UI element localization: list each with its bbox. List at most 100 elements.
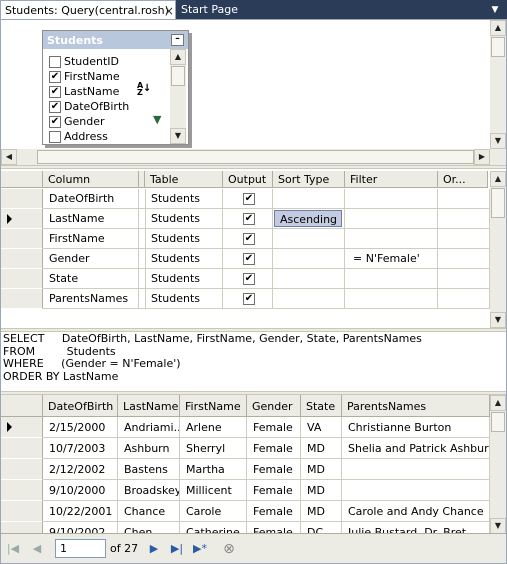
row-selector[interactable] [1,269,43,289]
grid-cell-filter[interactable] [345,269,438,289]
grid-cell-filter[interactable] [345,209,438,229]
result-cell-dateofbirth[interactable]: 10/22/2001 [43,501,118,522]
grid-header-table[interactable]: Table [145,171,223,188]
grid-cell-or[interactable] [438,289,490,309]
result-cell-parentsnames[interactable] [342,459,490,480]
grid-cell-sort-type[interactable] [273,189,345,209]
result-cell-lastname[interactable]: Bastens [118,459,180,480]
pane-splitter[interactable] [1,165,506,169]
output-checkbox[interactable]: ✔ [243,293,255,305]
scroll-down-icon[interactable]: ▼ [490,518,506,534]
grid-cell-table[interactable]: Students [145,209,223,229]
results-header-parentsnames[interactable]: ParentsNames [342,395,490,417]
grid-cell-sort-type[interactable]: Ascending [273,209,345,229]
grid-cell-sort-type[interactable] [273,289,345,309]
first-record-icon[interactable]: |◀ [5,541,21,557]
row-selector[interactable] [1,189,43,209]
grid-header-filter[interactable]: Filter [345,171,438,188]
grid-cell-sort-type[interactable] [273,249,345,269]
grid-cell-filter[interactable] [345,289,438,309]
tab-query-designer[interactable]: Students: Query(central.rosh) × [0,0,176,19]
column-checkbox[interactable] [49,131,61,143]
column-checkbox[interactable]: ✔ [49,71,61,83]
results-header-firstname[interactable]: FirstName [180,395,247,417]
grid-cell-output[interactable]: ✔ [223,269,273,289]
scroll-thumb[interactable] [491,412,505,432]
scroll-up-icon[interactable]: ▲ [490,20,506,36]
students-table-widget[interactable]: Students – StudentID ✔ FirstName ✔ LastName ✔… [42,30,189,145]
result-cell-parentsnames[interactable]: Shelia and Patrick Ashburn [342,438,490,459]
result-cell-gender[interactable]: Female [247,417,301,438]
grid-cell-table[interactable]: Students [145,269,223,289]
result-cell-state[interactable]: MD [301,501,342,522]
result-row-selector[interactable] [1,459,43,480]
scroll-thumb[interactable] [491,188,505,218]
grid-cell-or[interactable] [438,229,490,249]
result-cell-firstname[interactable]: Arlene [180,417,247,438]
result-cell-lastname[interactable]: Andriami... [118,417,180,438]
grid-cell-output[interactable]: ✔ [223,189,273,209]
table-widget-title[interactable]: Students – [43,31,188,49]
new-record-icon[interactable]: ▶* [192,541,208,557]
scroll-down-icon[interactable]: ▼ [490,312,506,328]
result-cell-lastname[interactable]: Chance [118,501,180,522]
result-cell-state[interactable]: MD [301,438,342,459]
grid-cell-filter[interactable]: = N'Female' [345,249,438,269]
grid-header-sort-type[interactable]: Sort Type [273,171,345,188]
scroll-left-icon[interactable]: ◀ [1,149,17,165]
previous-record-icon[interactable]: ◀ [29,541,45,557]
result-cell-firstname[interactable]: Sherryl [180,438,247,459]
results-header-gender[interactable]: Gender [247,395,301,417]
scroll-up-icon[interactable]: ▲ [490,395,506,411]
result-row-selector[interactable] [1,480,43,501]
grid-cell-table[interactable]: Students [145,249,223,269]
result-cell-gender[interactable]: Female [247,480,301,501]
result-cell-parentsnames[interactable]: Carole and Andy Chance [342,501,490,522]
result-cell-firstname[interactable]: Millicent [180,480,247,501]
column-checkbox[interactable]: ✔ [49,116,61,128]
grid-cell-or[interactable] [438,209,490,229]
column-checkbox[interactable]: ✔ [49,86,61,98]
next-record-icon[interactable]: ▶ [146,541,162,557]
result-row-selector[interactable] [1,501,43,522]
result-cell-state[interactable]: MD [301,480,342,501]
grid-cell-or[interactable] [438,189,490,209]
tab-start-page[interactable]: Start Page [181,3,238,16]
scroll-thumb[interactable] [171,66,185,86]
grid-cell-output[interactable]: ✔ [223,229,273,249]
result-cell-dateofbirth[interactable]: 10/7/2003 [43,438,118,459]
results-header-lastname[interactable]: LastName [118,395,180,417]
grid-cell-table[interactable]: Students [145,229,223,249]
diagram-horizontal-scrollbar[interactable]: ◀ ▶ [1,149,490,165]
output-checkbox[interactable]: ✔ [243,273,255,285]
current-page-input[interactable]: 1 [55,539,106,558]
row-selector[interactable] [1,289,43,309]
result-cell-dateofbirth[interactable]: 2/12/2002 [43,459,118,480]
column-checkbox[interactable]: ✔ [49,101,61,113]
results-header-dateofbirth[interactable]: DateOfBirth [43,395,118,417]
grid-cell-output[interactable]: ✔ [223,209,273,229]
grid-cell-filter[interactable] [345,229,438,249]
minimize-table-icon[interactable]: – [171,34,184,46]
table-widget-scrollbar[interactable]: ▲ ▼ [170,49,186,144]
row-selector[interactable] [1,209,43,229]
tab-list-dropdown-icon[interactable]: ▼ [489,4,501,16]
scroll-right-icon[interactable]: ▶ [474,149,490,165]
scroll-up-icon[interactable]: ▲ [490,171,506,187]
results-header-state[interactable]: State [301,395,342,417]
grid-cell-column[interactable]: FirstName [43,229,139,249]
result-row-selector[interactable] [1,417,43,438]
scroll-thumb[interactable] [37,150,474,164]
result-cell-gender[interactable]: Female [247,459,301,480]
result-cell-firstname[interactable]: Carole [180,501,247,522]
grid-cell-column[interactable]: ParentsNames [43,289,139,309]
column-checkbox[interactable] [49,56,61,68]
result-cell-gender[interactable]: Female [247,438,301,459]
result-cell-dateofbirth[interactable]: 2/15/2000 [43,417,118,438]
grid-cell-output[interactable]: ✔ [223,289,273,309]
result-cell-lastname[interactable]: Broadskey [118,480,180,501]
grid-header-output[interactable]: Output [223,171,273,188]
row-selector[interactable] [1,229,43,249]
result-cell-state[interactable]: VA [301,417,342,438]
result-cell-parentsnames[interactable]: Christianne Burton [342,417,490,438]
